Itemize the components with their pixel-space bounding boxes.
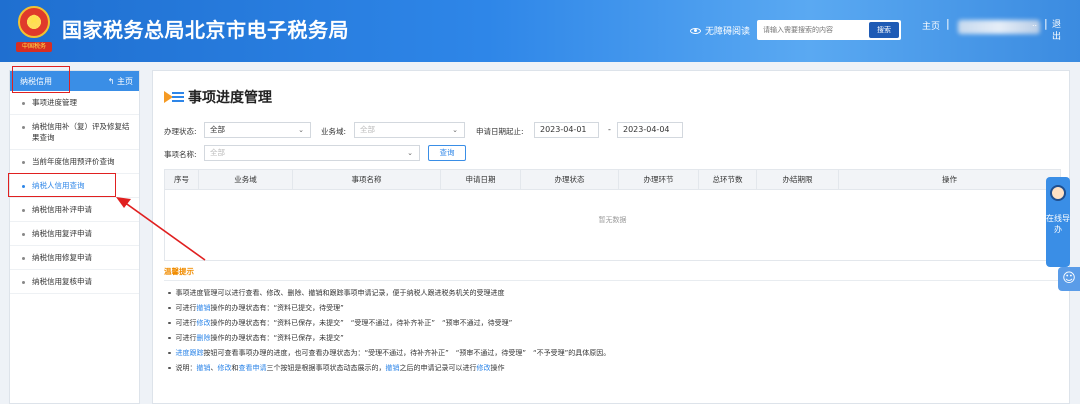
- tips-title: 温馨提示: [164, 267, 194, 276]
- sidebar: 纳税信用 ↰ 主页 事项进度管理 纳税信用补（复）评及修复结果查询 当前年度信用…: [9, 70, 140, 404]
- search-input[interactable]: [757, 20, 867, 40]
- item-name-label: 事项名称:: [164, 150, 197, 159]
- sidebar-item-supplement-apply[interactable]: 纳税信用补评申请: [10, 198, 139, 222]
- column-header: 申请日期: [441, 170, 521, 189]
- eye-icon: [690, 27, 701, 34]
- column-header: 操作: [942, 175, 957, 184]
- column-header: 办理环节: [619, 170, 699, 189]
- tip-line: 可进行撤销操作的办理状态有：“资料已提交，待受理”: [168, 303, 344, 313]
- column-header: 总环节数: [699, 170, 757, 189]
- sidebar-item-review-apply[interactable]: 纳税信用复核申请: [10, 270, 139, 294]
- separator: |: [946, 17, 950, 30]
- highlight-box-credit-query: [8, 173, 116, 197]
- tip-line: 可进行修改操作的办理状态有：“资料已保存，未提交” “受理不通过，待补齐补正” …: [168, 318, 512, 328]
- item-name-select[interactable]: 全部 ⌄: [204, 145, 420, 161]
- tip-line: 进度跟踪按钮可查看事项办理的进度，也可查看办理状态为：“受理不通过，待补齐补正”…: [168, 348, 610, 358]
- top-header: ★ 中国税务 国家税务总局北京市电子税务局 无障碍阅读 搜索 主页 | .. |…: [0, 0, 1080, 62]
- logout-link[interactable]: 退出: [1052, 19, 1066, 43]
- tip-line: 说明：撤销、修改和查看申请三个按钮是根据事项状态动态展示的，撤销之后的申请记录可…: [168, 363, 505, 373]
- chevron-down-icon: ⌄: [452, 126, 458, 134]
- main-panel: 事项进度管理 办理状态: 全部 ⌄ 业务域: 全部 ⌄ 申请日期起止: 2023-0…: [152, 70, 1070, 404]
- column-header: 序号: [165, 170, 199, 189]
- column-header: 事项名称: [293, 170, 441, 189]
- status-label: 办理状态:: [164, 127, 197, 136]
- search-button[interactable]: 搜索: [869, 22, 899, 38]
- sidebar-item-result-query[interactable]: 纳税信用补（复）评及修复结果查询: [10, 115, 139, 150]
- column-header: 办理状态: [521, 170, 619, 189]
- column-header: 业务域: [199, 170, 293, 189]
- domain-select[interactable]: 全部 ⌄: [354, 122, 465, 138]
- table-empty-state: 暂无数据: [598, 216, 627, 224]
- agent-avatar-icon: [1050, 185, 1066, 201]
- page-title-area: 事项进度管理: [164, 87, 272, 107]
- sidebar-item-repair-apply[interactable]: 纳税信用修复申请: [10, 246, 139, 270]
- sidebar-item-progress[interactable]: 事项进度管理: [10, 91, 139, 115]
- username-ellipsis: ..: [1032, 19, 1038, 28]
- chevron-down-icon: ⌄: [407, 149, 413, 157]
- status-select[interactable]: 全部 ⌄: [204, 122, 311, 138]
- sidebar-item-pre-evaluation[interactable]: 当前年度信用预评价查询: [10, 150, 139, 174]
- search-box: 搜索: [757, 20, 901, 40]
- query-button[interactable]: 查询: [428, 145, 466, 161]
- tip-line: 可进行删除操作的办理状态有：“资料已保存，未提交”: [168, 333, 344, 343]
- date-range-label: 申请日期起止:: [476, 127, 524, 136]
- user-icon[interactable]: ☺: [1058, 267, 1080, 291]
- tip-line: 事项进度管理可以进行查看、修改、删除、撤销和跟踪事项申请记录，便于纳税人跟进税务…: [168, 288, 505, 298]
- home-link[interactable]: 主页: [922, 19, 940, 32]
- site-title: 国家税务总局北京市电子税务局: [62, 18, 349, 42]
- domain-label: 业务域:: [321, 127, 347, 136]
- title-arrow-icon: [164, 90, 184, 104]
- chevron-down-icon: ⌄: [298, 126, 304, 134]
- page-title: 事项进度管理: [188, 90, 272, 106]
- divider: [164, 280, 1058, 281]
- progress-table: 序号 业务域 事项名称 申请日期 办理状态 办理环节 总环节数 办结期限 操作 …: [164, 169, 1061, 261]
- column-header: 办结期限: [757, 170, 839, 189]
- date-end-input[interactable]: 2023-04-04: [617, 122, 683, 138]
- date-start-input[interactable]: 2023-04-01: [534, 122, 599, 138]
- username-blurred: [958, 20, 1040, 34]
- tax-emblem-logo: ★ 中国税务: [14, 6, 54, 56]
- home-icon: ↰: [107, 77, 115, 86]
- separator: |: [1044, 17, 1048, 30]
- accessibility-link[interactable]: 无障碍阅读: [690, 24, 750, 37]
- online-help-widget[interactable]: 在线导办: [1046, 177, 1070, 267]
- table-header-row: 序号 业务域 事项名称 申请日期 办理状态 办理环节 总环节数 办结期限 操作: [165, 170, 1060, 190]
- sidebar-home-link[interactable]: ↰ 主页: [108, 76, 133, 87]
- sidebar-item-reevaluation-apply[interactable]: 纳税信用复评申请: [10, 222, 139, 246]
- date-separator: -: [608, 125, 611, 134]
- highlight-box-credit-header: [12, 66, 70, 93]
